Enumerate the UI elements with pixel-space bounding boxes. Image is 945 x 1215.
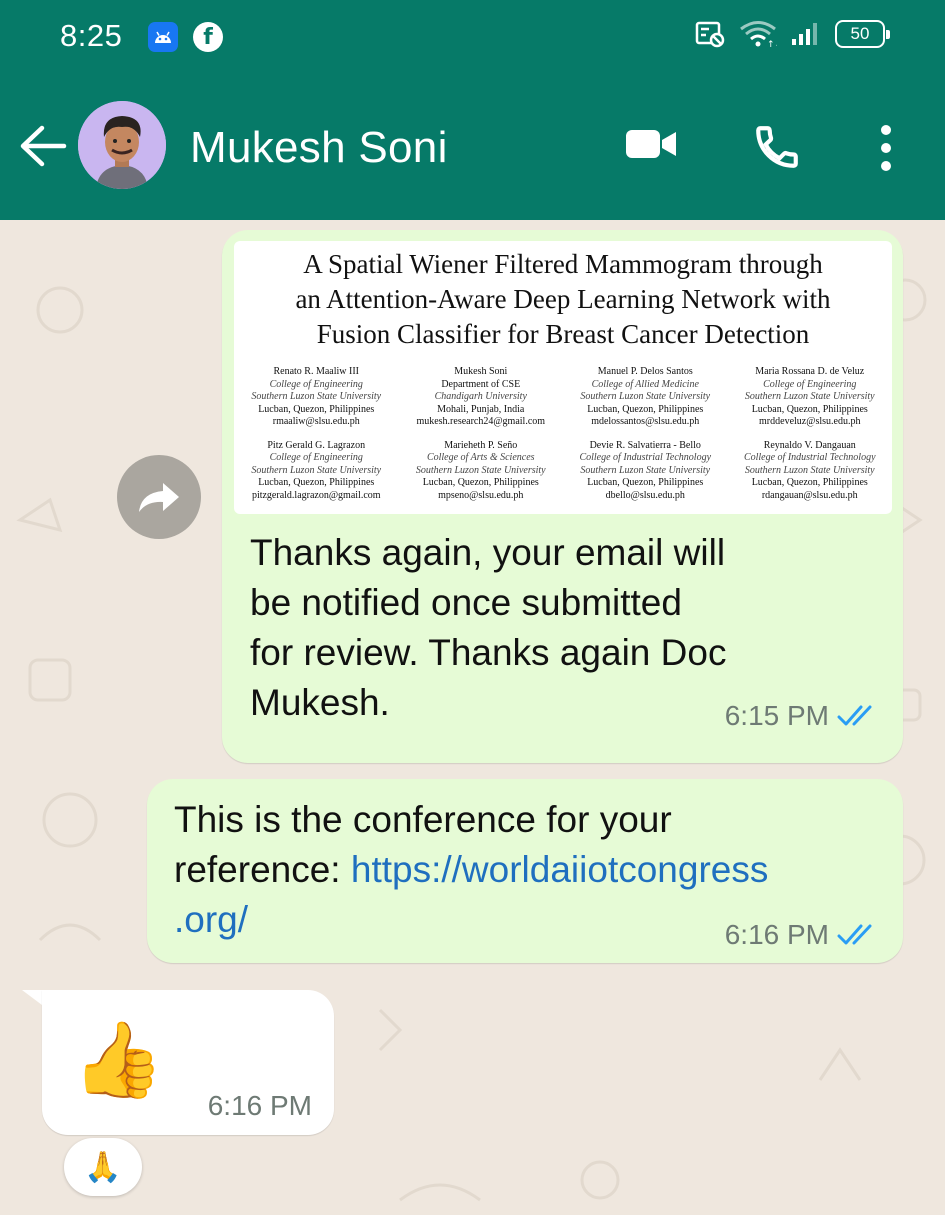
thumbs-up-emoji: 👍	[72, 1017, 165, 1103]
paper-title-line: Fusion Classifier for Breast Cancer Dete…	[316, 319, 810, 349]
author-dept: College of Industrial Technology	[579, 452, 712, 463]
author-dept: College of Engineering	[269, 378, 363, 390]
author-name: Reynaldo V. Dangauan	[763, 439, 856, 451]
paper-author: Marieheth P. Seño College of Arts & Scie…	[399, 440, 564, 503]
paper-author: Manuel P. Delos Santos College of Allied…	[563, 366, 728, 429]
paper-author: Devie R. Salvatierra - Bello College of …	[563, 440, 728, 503]
author-location: Lucban, Quezon, Philippines	[587, 403, 704, 415]
wifi-icon: ↑↓	[740, 21, 777, 48]
message-line: for review. Thanks again Doc	[250, 632, 727, 673]
author-location: Lucban, Quezon, Philippines	[751, 477, 868, 488]
author-university: Southern Luzon State University	[580, 391, 711, 402]
author-email: mdelossantos@slsu.edu.ph	[591, 416, 700, 427]
avatar[interactable]	[78, 101, 166, 189]
author-university: Southern Luzon State University	[744, 391, 875, 402]
conference-link-continuation[interactable]: .org/	[174, 895, 768, 945]
author-university: Southern Luzon State University	[251, 464, 382, 476]
message-line: reference: https://worldaiiotcongress	[174, 845, 768, 895]
message-meta: 6:16 PM	[208, 1090, 312, 1122]
author-location: Lucban, Quezon, Philippines	[751, 403, 868, 415]
author-dept: Department of CSE	[441, 378, 521, 390]
message-time: 6:16 PM	[724, 919, 829, 950]
author-email: rmaaliw@slsu.edu.ph	[272, 416, 360, 427]
author-location: Lucban, Quezon, Philippines	[258, 403, 375, 415]
chat-area[interactable]: A Spatial Wiener Filtered Mammogram thro…	[0, 220, 945, 1215]
paper-author: Reynaldo V. Dangauan College of Industri…	[728, 440, 893, 503]
read-receipt-icon	[837, 924, 872, 945]
message-time: 6:15 PM	[724, 700, 829, 731]
message-line: This is the conference for your	[174, 799, 672, 840]
contact-name[interactable]: Mukesh Soni	[190, 123, 448, 173]
paper-author: Renato R. Maaliw III College of Engineer…	[234, 366, 399, 429]
author-university: Southern Luzon State University	[415, 464, 546, 476]
author-university: Southern Luzon State University	[744, 464, 875, 476]
author-dept: College of Allied Medicine	[591, 378, 699, 390]
message-meta: 6:16 PM	[725, 919, 879, 951]
author-name: Pitz Gerald G. Lagrazon	[267, 439, 366, 451]
author-location: Lucban, Quezon, Philippines	[422, 477, 539, 488]
message-bubble-outgoing[interactable]: A Spatial Wiener Filtered Mammogram thro…	[222, 230, 903, 763]
paper-preview-image[interactable]: A Spatial Wiener Filtered Mammogram thro…	[234, 241, 892, 514]
voice-call-icon[interactable]	[752, 122, 802, 177]
svg-text:↑↓: ↑↓	[767, 40, 777, 48]
conference-link[interactable]: https://worldaiiotcongress	[351, 849, 768, 890]
status-icons: ↑↓ 50	[695, 20, 890, 48]
author-name: Manuel P. Delos Santos	[597, 366, 693, 377]
message-text: This is the conference for your referenc…	[174, 795, 768, 945]
message-reaction[interactable]: 🙏	[64, 1138, 142, 1196]
author-email: mukesh.research24@gmail.com	[416, 416, 546, 427]
author-email: mrddeveluz@slsu.edu.ph	[759, 416, 861, 427]
message-bubble-outgoing[interactable]: This is the conference for your referenc…	[147, 779, 903, 963]
author-dept: College of Arts & Sciences	[426, 452, 535, 463]
message-line: be notified once submitted	[250, 582, 682, 623]
paper-author: Maria Rossana D. de Veluz College of Eng…	[728, 366, 893, 429]
author-university: Southern Luzon State University	[580, 464, 711, 476]
author-location: Lucban, Quezon, Philippines	[258, 477, 375, 488]
signal-icon	[792, 23, 817, 45]
author-email: dbello@slsu.edu.ph	[605, 489, 685, 501]
paper-author: Pitz Gerald G. Lagrazon College of Engin…	[234, 440, 399, 503]
author-email: pitzgerald.lagrazon@gmail.com	[251, 489, 381, 501]
message-time: 6:16 PM	[207, 1090, 312, 1121]
paper-title-line: an Attention-Aware Deep Learning Network…	[295, 284, 831, 314]
author-name: Renato R. Maaliw III	[273, 366, 360, 377]
forward-icon	[139, 483, 179, 512]
author-dept: College of Engineering	[269, 452, 363, 463]
author-name: Mukesh Soni	[454, 366, 508, 377]
message-line: Thanks again, your email will	[250, 532, 726, 573]
author-location: Lucban, Quezon, Philippines	[587, 477, 704, 488]
forward-button[interactable]	[117, 455, 201, 539]
author-name: Marieheth P. Seño	[444, 439, 518, 451]
author-dept: College of Engineering	[763, 378, 857, 390]
message-line: Mukesh.	[250, 682, 390, 723]
author-email: rdangauan@slsu.edu.ph	[761, 489, 858, 501]
back-arrow-icon[interactable]	[18, 124, 68, 173]
screen-record-icon	[695, 21, 725, 48]
paper-authors: Renato R. Maaliw III College of Engineer…	[234, 366, 892, 513]
android-notification-icon	[148, 22, 178, 52]
author-university: Southern Luzon State University	[251, 391, 382, 402]
status-time: 8:25	[60, 18, 123, 53]
message-meta: 6:15 PM	[725, 700, 879, 732]
video-call-icon[interactable]	[624, 122, 678, 171]
author-dept: College of Industrial Technology	[743, 452, 876, 463]
status-bar: 8:25 f ↑↓ 50	[0, 0, 945, 78]
chat-header: Mukesh Soni	[0, 78, 945, 220]
more-options-icon[interactable]	[874, 124, 898, 177]
author-location: Mohali, Punjab, India	[437, 403, 525, 415]
paper-author: Mukesh Soni Department of CSE Chandigarh…	[399, 366, 564, 429]
author-university: Chandigarh University	[434, 391, 527, 402]
author-name: Maria Rossana D. de Veluz	[755, 366, 865, 377]
paper-title-line: A Spatial Wiener Filtered Mammogram thro…	[303, 249, 823, 279]
read-receipt-icon	[837, 705, 872, 726]
message-text: Thanks again, your email will be notifie…	[250, 528, 726, 728]
author-name: Devie R. Salvatierra - Bello	[589, 439, 701, 451]
author-email: mpseno@slsu.edu.ph	[438, 489, 524, 501]
paper-title: A Spatial Wiener Filtered Mammogram thro…	[234, 247, 892, 352]
message-line-prefix: reference:	[174, 849, 351, 890]
message-bubble-incoming[interactable]: 👍 6:16 PM	[42, 990, 334, 1135]
battery-indicator: 50	[835, 20, 890, 48]
facebook-notification-icon: f	[193, 22, 223, 52]
